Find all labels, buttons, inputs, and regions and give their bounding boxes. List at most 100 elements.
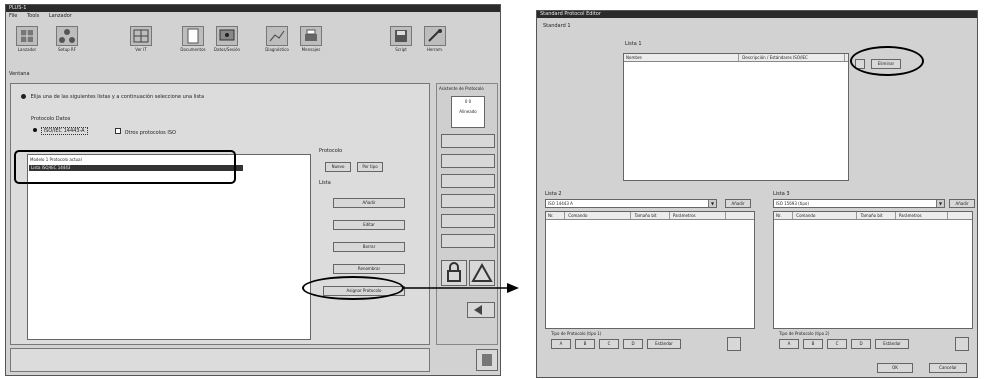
radio-button-icon[interactable]	[21, 94, 26, 99]
chevron-down-icon: ▼	[936, 200, 944, 207]
column-header[interactable]: Parámetros	[897, 212, 948, 219]
left-list-header: Nr. Comando Tamaño bit Parámetros	[546, 212, 754, 220]
option-iso-a[interactable]: ISO/IEC 14443-A	[33, 127, 88, 135]
column-header[interactable]: Nombre	[624, 54, 739, 61]
footer-option[interactable]: A	[551, 339, 571, 349]
toolbar-label: Mensajes	[301, 47, 321, 52]
highlight-assign-button	[302, 276, 404, 300]
callout-arrow	[403, 283, 519, 293]
toolbar-label: Datos/Sesión	[213, 47, 241, 52]
top-list-header: Nombre Descripción / Estándares ISO/IEC	[624, 54, 848, 62]
side-panel-value: 0 0	[464, 99, 472, 104]
footer-option[interactable]: C	[599, 339, 619, 349]
disk-icon	[390, 26, 412, 46]
monitor-icon	[216, 26, 238, 46]
footer-extra-button[interactable]	[955, 337, 969, 351]
column-header[interactable]: Nr.	[774, 212, 793, 219]
side-button[interactable]	[441, 214, 495, 228]
column-header[interactable]: Comando	[794, 212, 858, 219]
footer-option[interactable]: B	[803, 339, 823, 349]
highlight-delete-button	[850, 46, 924, 76]
side-button[interactable]	[441, 134, 495, 148]
toolbar-button-script[interactable]: Script	[386, 26, 416, 58]
toolbar-button-session[interactable]: Datos/Sesión	[212, 26, 242, 58]
exit-icon	[482, 354, 492, 366]
add-button[interactable]: Añadir	[333, 198, 405, 208]
column-header[interactable]: Tamaño bit	[859, 212, 896, 219]
toolbar-button-view[interactable]: Ver IT	[126, 26, 156, 58]
rename-button[interactable]: Renombrar	[333, 264, 405, 274]
document-icon	[182, 26, 204, 46]
footer-option[interactable]: Estándar	[647, 339, 681, 349]
radio-text: Elija una de las siguientes listas y a c…	[30, 94, 205, 100]
content-panel: Elija una de las siguientes listas y a c…	[10, 83, 430, 345]
option-a-label: ISO/IEC 14443-A	[40, 127, 88, 135]
right-command-dropdown[interactable]: ISO 15693 (tipo) ▼	[773, 199, 945, 208]
toolbar-button-setup[interactable]: Setup RF	[52, 26, 82, 58]
footer-option[interactable]: D	[851, 339, 871, 349]
exit-button[interactable]	[476, 349, 498, 371]
toolbar-label: Setup RF	[58, 47, 76, 52]
top-list-label: Lista 1	[625, 41, 642, 47]
radio-description: Elija una de las siguientes listas y a c…	[21, 94, 204, 100]
chart-icon	[266, 26, 288, 46]
cancel-button[interactable]: Cancelar	[929, 363, 967, 373]
toolbar-button-launcher[interactable]: Lanzador	[12, 26, 42, 58]
menu-launcher[interactable]: Lanzador	[49, 13, 72, 19]
side-button[interactable]	[441, 154, 495, 168]
menu-tools[interactable]: Tools	[27, 13, 39, 19]
left-footer-options: A B C D Estándar	[551, 337, 755, 351]
right-footer-label: Tipo de Protocolo (tipo 2)	[779, 331, 830, 336]
toolbar-button-messages[interactable]: Mensajes	[296, 26, 326, 58]
toolbar-label: Diagnóstico	[265, 47, 289, 52]
option-other[interactable]: Otros protocolos ISO	[115, 128, 176, 136]
footer-option[interactable]: B	[575, 339, 595, 349]
column-header[interactable]: Tamaño bit	[633, 212, 670, 219]
toolbar-label: Herram.	[426, 47, 444, 52]
chevron-down-icon: ▼	[708, 200, 716, 207]
side-panel: Asistente de Protocolo 0 0 Alineado	[436, 83, 498, 345]
edit-button[interactable]: Editar	[333, 220, 405, 230]
lists-label: Lista	[319, 180, 331, 186]
column-header[interactable]: Descripción / Estándares ISO/IEC	[740, 54, 846, 61]
printer-icon	[300, 26, 322, 46]
left-add-button[interactable]: Añadir	[725, 199, 751, 208]
ok-button[interactable]: OK	[877, 363, 913, 373]
top-list[interactable]: Nombre Descripción / Estándares ISO/IEC	[623, 53, 849, 181]
network-icon	[130, 26, 152, 46]
group-label: Protocolo Datos	[31, 116, 71, 122]
protocol-new-button[interactable]: Nuevo	[325, 162, 351, 172]
column-header[interactable]: Comando	[566, 212, 632, 219]
protocol-type-button[interactable]: Por tipo	[357, 162, 383, 172]
dialog-title: Standard Protocol Editor	[540, 11, 601, 17]
footer-extra-button[interactable]	[727, 337, 741, 351]
left-command-dropdown[interactable]: ISO 14443 A ▼	[545, 199, 717, 208]
toolbar-label: Documentos	[180, 47, 206, 52]
right-command-list[interactable]: Nr. Comando Tamaño bit Parámetros	[773, 211, 973, 329]
column-header[interactable]: Nr.	[546, 212, 565, 219]
left-dropdown-value: ISO 14443 A	[548, 201, 573, 206]
toolbar-button-documents[interactable]: Documentos	[178, 26, 208, 58]
tree-icon	[56, 26, 78, 46]
side-button[interactable]	[441, 194, 495, 208]
toolbar-button-diagnostics[interactable]: Diagnóstico	[262, 26, 292, 58]
side-button[interactable]	[441, 174, 495, 188]
toolbar-label: Ver IT	[135, 47, 147, 52]
footer-option[interactable]: D	[623, 339, 643, 349]
right-add-button[interactable]: Añadir	[949, 199, 975, 208]
footer-option[interactable]: A	[779, 339, 799, 349]
left-command-list[interactable]: Nr. Comando Tamaño bit Parámetros	[545, 211, 755, 329]
column-header[interactable]: Parámetros	[671, 212, 726, 219]
footer-option[interactable]: C	[827, 339, 847, 349]
back-button[interactable]	[467, 302, 495, 318]
delete-button[interactable]: Borrar	[333, 242, 405, 252]
menu-file[interactable]: File	[9, 13, 17, 19]
footer-option[interactable]: Estándar	[875, 339, 909, 349]
side-panel-display: 0 0 Alineado	[451, 96, 485, 128]
right-list-header: Nr. Comando Tamaño bit Parámetros	[774, 212, 972, 220]
radio-icon	[33, 128, 37, 132]
side-button[interactable]	[441, 234, 495, 248]
right-footer-options: A B C D Estándar	[779, 337, 975, 351]
right-dropdown-value: ISO 15693 (tipo)	[776, 201, 809, 206]
toolbar-button-tools[interactable]: Herram.	[420, 26, 450, 58]
